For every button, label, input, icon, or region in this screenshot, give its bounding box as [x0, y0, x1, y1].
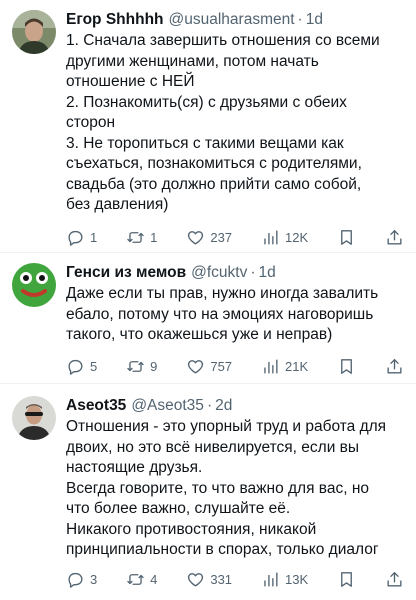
- tweet-text-line: что более важно, слушайте её.: [66, 500, 291, 517]
- tweet[interactable]: Егор Shhhhh @usualharasment · 1d 1. Снач…: [0, 0, 416, 253]
- tweet-text-line: принципиальности в спорах, только диалог: [66, 541, 379, 558]
- tweet-text-line: сторон: [66, 114, 116, 131]
- timestamp[interactable]: 1d: [259, 263, 276, 283]
- views-button[interactable]: 12K: [261, 228, 308, 247]
- tweet-text-line: съехаться, познакомиться с родителями,: [66, 155, 362, 172]
- bookmark-icon: [341, 230, 352, 245]
- separator-dot: ·: [250, 264, 256, 281]
- avatar[interactable]: [12, 263, 56, 307]
- reply-icon: [68, 230, 83, 246]
- tweet-text: Даже если ты прав, нужно иногда завалить…: [66, 284, 404, 346]
- tweet[interactable]: Aseot35 @Aseot35 · 2d Отношения - это уп…: [0, 384, 416, 600]
- views-count: 13K: [284, 572, 309, 587]
- tweet-text-line: 1. Сначала завершить отношения со всеми: [66, 32, 380, 49]
- repost-count: 9: [150, 359, 158, 374]
- tweet-text-line: 2. Познакомить(ся) с друзьями с обеих: [66, 93, 347, 111]
- reply-button[interactable]: 1: [66, 228, 97, 247]
- reply-count: 1: [90, 230, 98, 245]
- reply-icon: [68, 359, 83, 375]
- repost-icon: [127, 361, 144, 372]
- share-icon: [387, 359, 402, 374]
- avatar[interactable]: [12, 396, 56, 440]
- tweet-text-line: Отношения - это упорный труд и работа дл…: [66, 418, 387, 435]
- timeline-feed: Егор Shhhhh @usualharasment · 1d 1. Снач…: [0, 0, 416, 600]
- repost-count: 4: [150, 572, 158, 587]
- share-icon: [387, 230, 402, 245]
- author-name[interactable]: Егор Shhhhh: [66, 10, 164, 30]
- author-handle[interactable]: @Aseot35: [131, 396, 204, 416]
- timestamp[interactable]: 2d: [215, 396, 232, 416]
- bookmark-button[interactable]: [337, 357, 356, 376]
- heart-icon: [188, 360, 204, 374]
- views-button[interactable]: 13K: [261, 570, 308, 589]
- views-icon: [264, 572, 278, 587]
- views-count: 12K: [284, 230, 309, 245]
- reply-count: 5: [90, 359, 98, 374]
- reply-icon: [68, 572, 83, 588]
- repost-button[interactable]: 9: [126, 357, 157, 376]
- share-icon: [387, 572, 402, 587]
- author-name[interactable]: Генси из мемов: [66, 263, 186, 283]
- bookmark-icon: [341, 572, 352, 587]
- repost-icon: [127, 232, 144, 243]
- heart-icon: [188, 573, 204, 587]
- repost-button[interactable]: 1: [126, 228, 157, 247]
- views-button[interactable]: 21K: [261, 357, 308, 376]
- like-button[interactable]: 237: [186, 228, 232, 247]
- like-button[interactable]: 757: [186, 357, 232, 376]
- tweet-text: Отношения - это упорный труд и работа дл…: [66, 417, 404, 561]
- views-icon: [264, 230, 278, 245]
- separator-dot: ·: [297, 11, 303, 28]
- tweet-actions: 5 9 757 21K: [66, 350, 404, 384]
- tweet-text-line: другими женщинами, потом начать: [66, 52, 319, 70]
- author-handle[interactable]: @usualharasment: [169, 10, 295, 30]
- tweet-text-line: Всегда говорите, то что важно для вас, н…: [66, 479, 370, 497]
- like-button[interactable]: 331: [186, 570, 232, 589]
- tweet[interactable]: Генси из мемов @fcuktv · 1d Даже если ты…: [0, 253, 416, 384]
- tweet-text-line: двоих, но это всё нивелируется, если вы: [66, 438, 360, 456]
- heart-icon: [188, 231, 204, 245]
- bookmark-button[interactable]: [337, 570, 356, 589]
- tweet-text: 1. Сначала завершить отношения со всеми …: [66, 31, 404, 216]
- tweet-text-line: без давления): [66, 196, 169, 213]
- share-button[interactable]: [385, 228, 404, 247]
- tweet-text-line: 3. Не торопиться с такими вещами как: [66, 134, 344, 152]
- like-count: 237: [210, 230, 233, 245]
- views-icon: [264, 359, 278, 374]
- share-button[interactable]: [385, 570, 404, 589]
- timestamp[interactable]: 1d: [306, 10, 323, 30]
- tweet-text-line: Никакого противостояния, никакой: [66, 520, 317, 538]
- tweet-text-line: настоящие друзья.: [66, 459, 203, 476]
- reply-button[interactable]: 3: [66, 570, 97, 589]
- repost-button[interactable]: 4: [126, 570, 157, 589]
- like-count: 757: [210, 359, 233, 374]
- author-name[interactable]: Aseot35: [66, 396, 126, 416]
- tweet-text-line: такого, что окажешься уже и неправ): [66, 326, 333, 343]
- reply-count: 3: [90, 572, 98, 587]
- tweet-text-line: свадьба (это должно прийти само собой,: [66, 175, 362, 193]
- tweet-actions: 1 1 237 12K: [66, 221, 404, 255]
- views-count: 21K: [284, 359, 309, 374]
- tweet-text-line: отношение с НЕЙ: [66, 73, 195, 90]
- tweet-text-line: Даже если ты прав, нужно иногда завалить: [66, 285, 379, 302]
- avatar[interactable]: [12, 10, 56, 54]
- repost-count: 1: [150, 230, 158, 245]
- bookmark-icon: [341, 359, 352, 374]
- author-handle[interactable]: @fcuktv: [191, 263, 247, 283]
- share-button[interactable]: [385, 357, 404, 376]
- bookmark-button[interactable]: [337, 228, 356, 247]
- like-count: 331: [210, 572, 233, 587]
- tweet-actions: 3 4 331 13K: [66, 563, 404, 597]
- tweet-text-line: ебало, потому что на эмоциях наговоришь: [66, 305, 374, 323]
- reply-button[interactable]: 5: [66, 357, 97, 376]
- separator-dot: ·: [206, 397, 213, 414]
- repost-icon: [127, 574, 144, 585]
